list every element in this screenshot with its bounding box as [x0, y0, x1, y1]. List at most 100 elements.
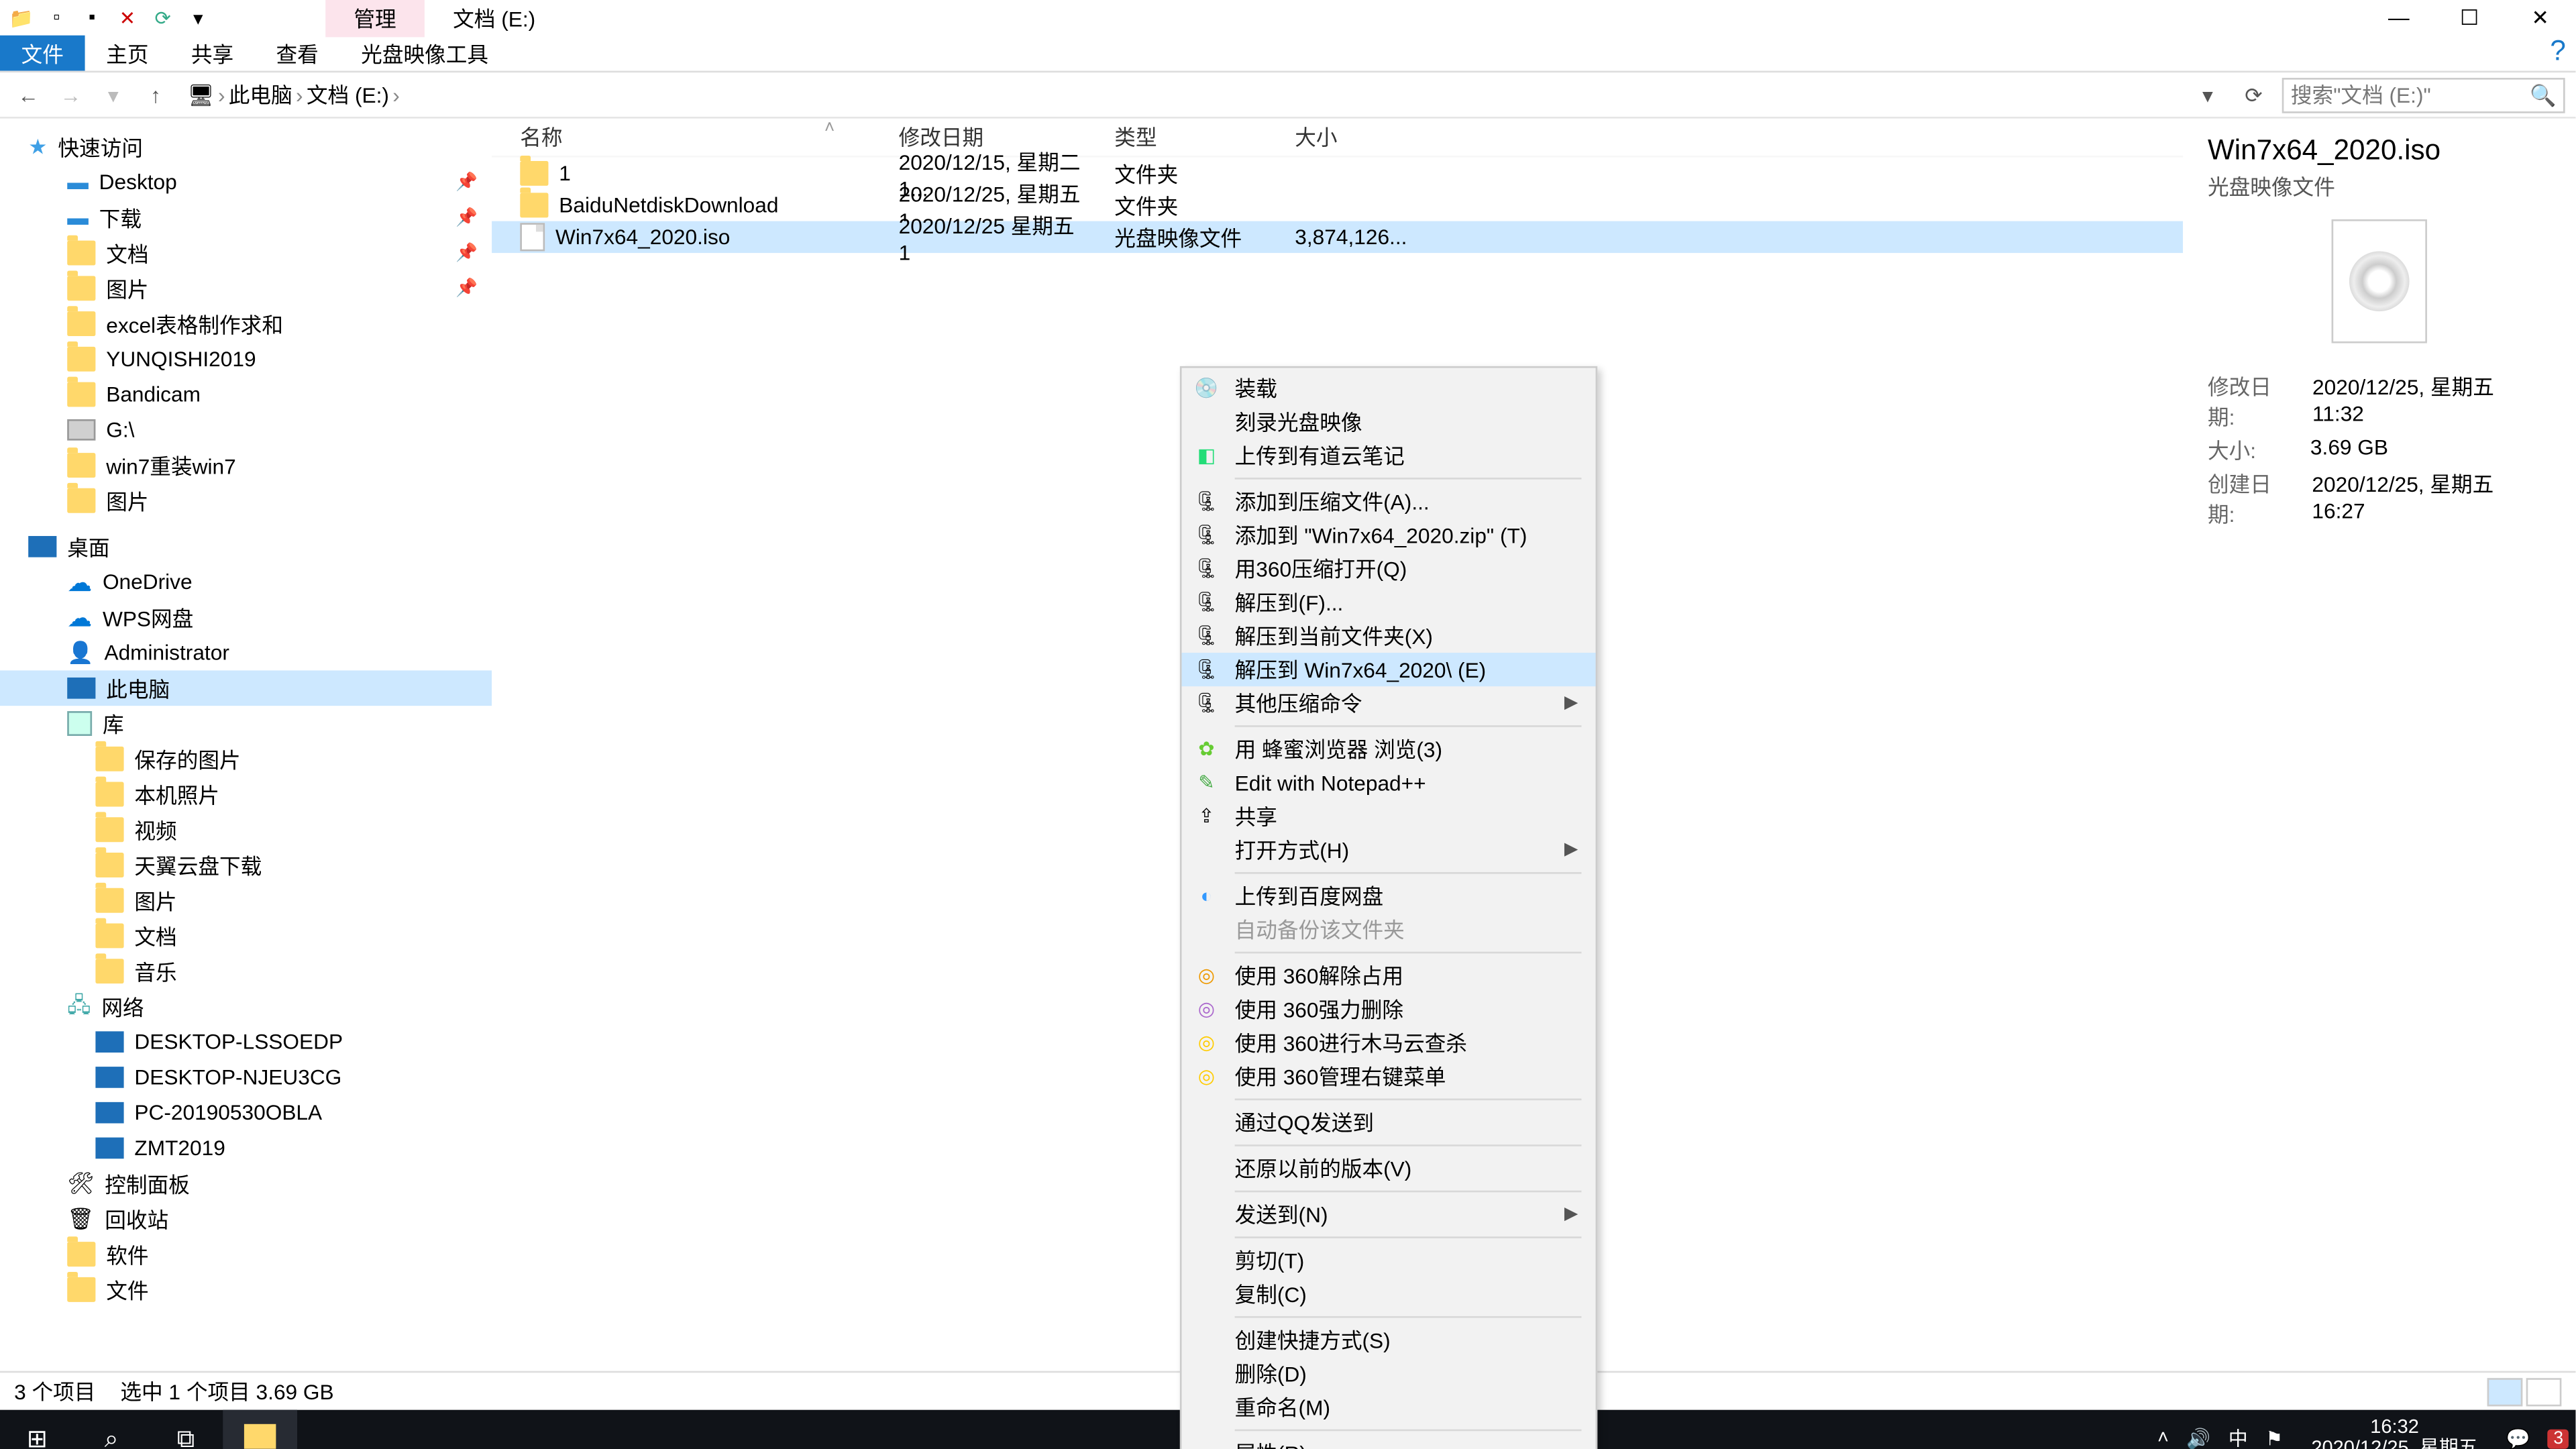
nav-item[interactable]: 图片: [0, 483, 492, 519]
ctx-rename[interactable]: 重命名(M): [1182, 1391, 1596, 1424]
ctx-shortcut[interactable]: 创建快捷方式(S): [1182, 1323, 1596, 1356]
forward-button[interactable]: →: [53, 77, 89, 113]
tray-app-icon[interactable]: ⚑: [2265, 1427, 2283, 1449]
ctx-extract-here[interactable]: 🗜解压到当前文件夹(X): [1182, 619, 1596, 653]
nav-desktop[interactable]: ▬Desktop📌: [0, 164, 492, 200]
search-button[interactable]: ⌕: [74, 1410, 149, 1449]
col-size[interactable]: 大小: [1281, 122, 1408, 152]
ctx-mount[interactable]: 💿装载: [1182, 372, 1596, 405]
details-view-button[interactable]: [2487, 1377, 2523, 1405]
ctx-properties[interactable]: 属性(R): [1182, 1436, 1596, 1449]
ctx-notepadpp[interactable]: ✎Edit with Notepad++: [1182, 766, 1596, 800]
column-headers[interactable]: 名称 修改日期 类型 大小: [492, 119, 2183, 158]
ctx-360-scan[interactable]: ◎使用 360进行木马云查杀: [1182, 1026, 1596, 1059]
ctx-delete[interactable]: 删除(D): [1182, 1357, 1596, 1391]
explorer-taskbar-button[interactable]: [223, 1410, 297, 1449]
ctx-youdao[interactable]: ◧上传到有道云笔记: [1182, 439, 1596, 472]
breadcrumb[interactable]: 🖥 › 此电脑 › 文档 (E:) ›: [180, 80, 2183, 110]
nav-item[interactable]: 图片: [0, 883, 492, 918]
nav-control-panel[interactable]: 🛠控制面板: [0, 1166, 492, 1201]
nav-item[interactable]: 文件: [0, 1272, 492, 1307]
ctx-restore[interactable]: 还原以前的版本(V): [1182, 1152, 1596, 1185]
action-center-icon[interactable]: 💬: [2506, 1427, 2530, 1449]
nav-item[interactable]: win7重装win7: [0, 447, 492, 483]
back-button[interactable]: ←: [11, 77, 46, 113]
ctx-burn[interactable]: 刻录光盘映像: [1182, 405, 1596, 439]
ctx-share[interactable]: ⇪共享: [1182, 800, 1596, 833]
nav-item[interactable]: 本机照片: [0, 777, 492, 812]
nav-item[interactable]: YUNQISHI2019: [0, 341, 492, 377]
ctx-baidu[interactable]: ◐上传到百度网盘: [1182, 879, 1596, 913]
file-row[interactable]: 1 2020/12/15, 星期二 1... 文件夹: [492, 158, 2183, 189]
nav-item[interactable]: Bandicam: [0, 377, 492, 413]
close-button[interactable]: ✕: [2505, 0, 2575, 36]
nav-item[interactable]: DESKTOP-NJEU3CG: [0, 1060, 492, 1095]
nav-item[interactable]: ZMT2019: [0, 1130, 492, 1166]
nav-admin[interactable]: 👤Administrator: [0, 635, 492, 671]
ctx-add-zip[interactable]: 🗜添加到 "Win7x64_2020.zip" (T): [1182, 519, 1596, 552]
file-row-selected[interactable]: Win7x64_2020.iso 2020/12/25 星期五 1 光盘映像文件…: [492, 221, 2183, 253]
nav-item[interactable]: DESKTOP-LSSOEDP: [0, 1024, 492, 1060]
ctx-extract-named[interactable]: 🗜解压到 Win7x64_2020\ (E): [1182, 653, 1596, 686]
nav-item[interactable]: 视频: [0, 812, 492, 847]
ctx-360-unlock[interactable]: ◎使用 360解除占用: [1182, 959, 1596, 992]
nav-wps[interactable]: ☁WPS网盘: [0, 600, 492, 635]
nav-item[interactable]: PC-20190530OBLA: [0, 1095, 492, 1130]
volume-icon[interactable]: 🔊: [2186, 1427, 2210, 1449]
nav-downloads[interactable]: ▬下载📌: [0, 200, 492, 235]
start-button[interactable]: ⊞: [0, 1410, 74, 1449]
up-button[interactable]: ↑: [138, 77, 174, 113]
col-type[interactable]: 类型: [1100, 122, 1281, 152]
ribbon-file[interactable]: 文件: [0, 36, 85, 71]
ctx-open-with[interactable]: 打开方式(H)▶: [1182, 833, 1596, 867]
clock[interactable]: 16:32 2020/12/25, 星期五: [2301, 1417, 2489, 1449]
task-view-button[interactable]: ⧉: [149, 1410, 223, 1449]
nav-item[interactable]: excel表格制作求和: [0, 306, 492, 341]
ctx-360-manage[interactable]: ◎使用 360管理右键菜单: [1182, 1060, 1596, 1093]
nav-pictures[interactable]: 图片📌: [0, 270, 492, 306]
maximize-button[interactable]: ☐: [2434, 0, 2505, 36]
nav-network[interactable]: 🖧网络: [0, 989, 492, 1024]
minimize-button[interactable]: —: [2363, 0, 2434, 36]
ctx-qq-send[interactable]: 通过QQ发送到: [1182, 1106, 1596, 1139]
qat-item[interactable]: ⟳: [149, 3, 177, 32]
tray-chevron-icon[interactable]: ˄: [2157, 1428, 2169, 1449]
ctx-other-archive[interactable]: 🗜其他压缩命令▶: [1182, 686, 1596, 720]
qat-item[interactable]: ▫: [42, 3, 70, 32]
ime-indicator[interactable]: 中: [2229, 1424, 2248, 1449]
nav-drive[interactable]: G:\: [0, 412, 492, 447]
ctx-fengmi[interactable]: ✿用 蜂蜜浏览器 浏览(3): [1182, 733, 1596, 766]
crumb-pc[interactable]: 此电脑: [229, 80, 292, 110]
qat-delete[interactable]: ✕: [113, 3, 142, 32]
recent-dropdown[interactable]: ▾: [95, 77, 131, 113]
ctx-open-360zip[interactable]: 🗜用360压缩打开(Q): [1182, 552, 1596, 586]
desktop-group[interactable]: 桌面: [0, 529, 492, 564]
ribbon-share[interactable]: 共享: [170, 36, 255, 71]
qat-dropdown[interactable]: ▾: [184, 3, 212, 32]
nav-item[interactable]: 文档: [0, 918, 492, 954]
nav-libraries[interactable]: 库: [0, 706, 492, 741]
search-input[interactable]: 搜索"文档 (E:)" 🔍: [2282, 77, 2565, 113]
ctx-360-forcedel[interactable]: ◎使用 360强力删除: [1182, 992, 1596, 1026]
nav-item[interactable]: 保存的图片: [0, 741, 492, 777]
ctx-send-to[interactable]: 发送到(N)▶: [1182, 1197, 1596, 1231]
ctx-copy[interactable]: 复制(C): [1182, 1277, 1596, 1311]
file-row[interactable]: BaiduNetdiskDownload 2020/12/25, 星期五 1..…: [492, 189, 2183, 221]
qat-item[interactable]: ▪: [78, 3, 106, 32]
quick-access-group[interactable]: ★快速访问: [0, 129, 492, 165]
nav-onedrive[interactable]: ☁OneDrive: [0, 564, 492, 600]
ribbon-view[interactable]: 查看: [255, 36, 340, 71]
nav-documents[interactable]: 文档📌: [0, 235, 492, 271]
ribbon-iso-tools[interactable]: 光盘映像工具: [339, 36, 509, 71]
nav-recycle[interactable]: 🗑回收站: [0, 1201, 492, 1237]
ribbon-home[interactable]: 主页: [85, 36, 170, 71]
nav-item[interactable]: 音乐: [0, 953, 492, 989]
nav-this-pc[interactable]: 此电脑: [0, 670, 492, 706]
nav-item[interactable]: 天翼云盘下载: [0, 847, 492, 883]
ctx-add-archive[interactable]: 🗜添加到压缩文件(A)...: [1182, 485, 1596, 519]
ribbon-help-icon[interactable]: ?: [2540, 36, 2576, 71]
ctx-cut[interactable]: 剪切(T): [1182, 1244, 1596, 1277]
refresh-button[interactable]: ⟳: [2236, 77, 2271, 113]
ctx-extract-to[interactable]: 🗜解压到(F)...: [1182, 586, 1596, 619]
crumb-location[interactable]: 文档 (E:): [307, 80, 389, 110]
